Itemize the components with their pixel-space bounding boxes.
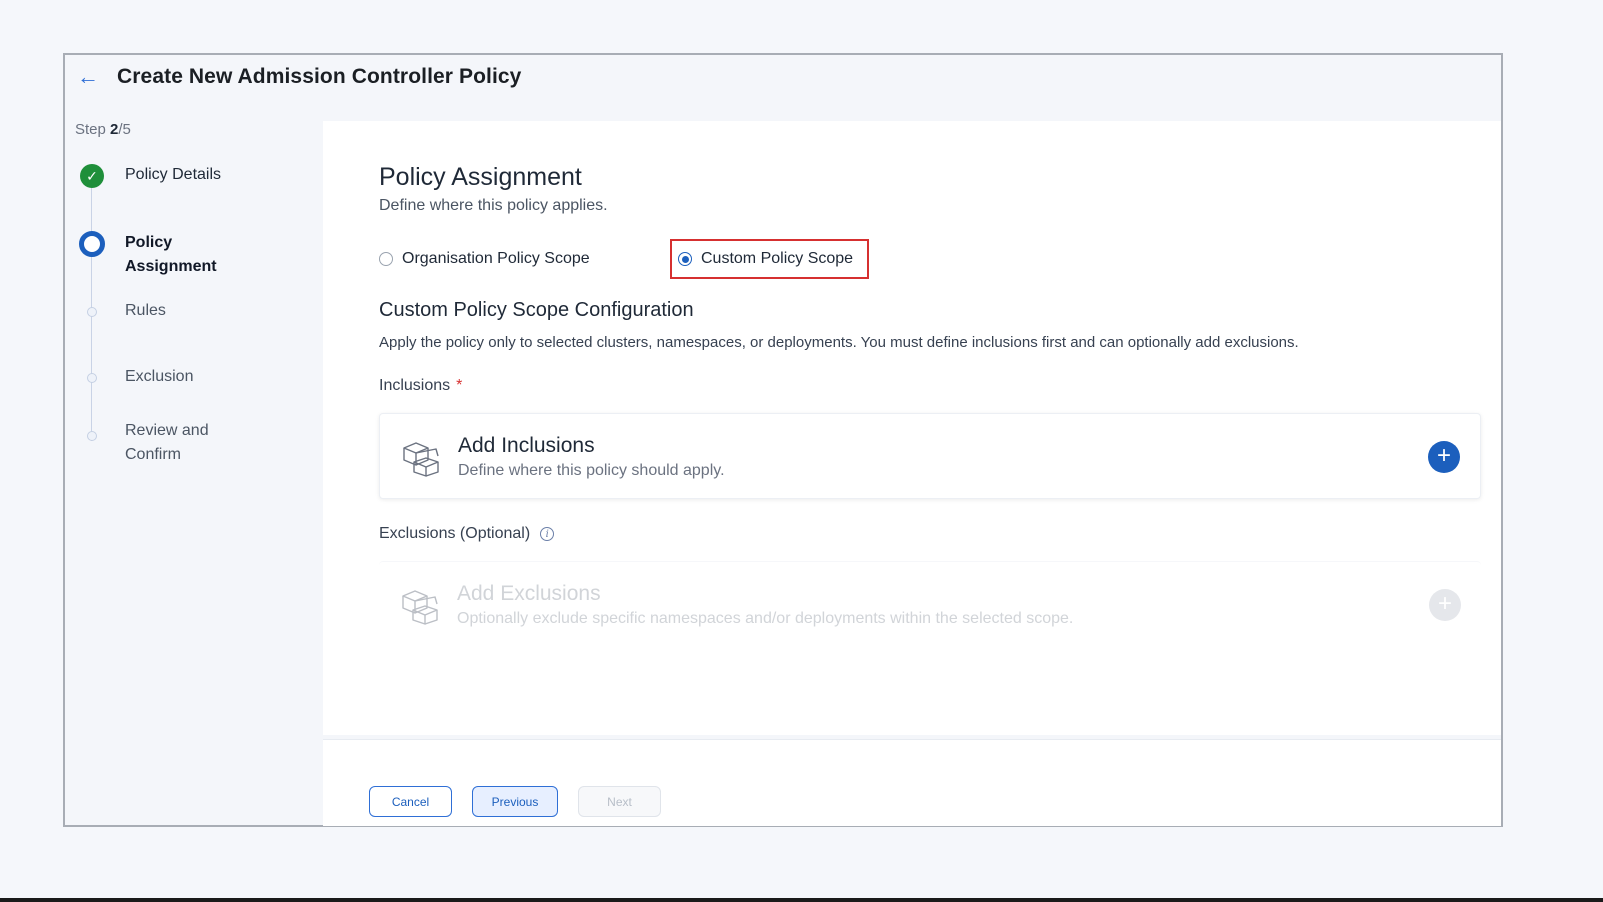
boxes-icon: [402, 590, 438, 625]
arrow-left-icon[interactable]: ←: [77, 66, 101, 88]
step-marker-pending: [79, 365, 105, 391]
policy-scope-radio-group: Organisation Policy Scope Custom Policy …: [379, 239, 879, 279]
plus-icon: +: [1437, 590, 1452, 617]
step-marker-pending: [79, 423, 105, 449]
step-review-and-confirm: Review and Confirm: [79, 419, 235, 467]
required-indicator: *: [456, 377, 463, 394]
check-icon: ✓: [80, 164, 104, 188]
config-title: Custom Policy Scope Configuration: [379, 299, 694, 321]
custom-scope-radio[interactable]: Custom Policy Scope: [670, 239, 869, 279]
radio-unchecked-icon[interactable]: [379, 252, 393, 266]
card-description: Optionally exclude specific namespaces a…: [457, 610, 1074, 627]
step-label: Policy Details: [125, 166, 222, 183]
step-content-panel: Policy Assignment Define where this poli…: [323, 121, 1501, 735]
organisation-scope-radio[interactable]: Organisation Policy Scope: [379, 239, 590, 279]
boxes-icon: [403, 442, 439, 477]
card-title: Add Exclusions: [457, 582, 601, 605]
cancel-button[interactable]: Cancel: [369, 786, 452, 817]
inclusions-label-text: Inclusions: [379, 377, 451, 394]
page-header: ← Create New Admission Controller Policy: [77, 63, 521, 91]
section-title: Policy Assignment: [379, 163, 582, 191]
section-description: Define where this policy applies.: [379, 197, 608, 214]
plus-icon: +: [1436, 442, 1451, 469]
step-policy-assignment[interactable]: Policy Assignment: [79, 231, 265, 279]
step-label: Rules: [125, 302, 166, 319]
step-counter-total: /5: [118, 121, 131, 138]
radio-checked-icon[interactable]: [678, 252, 692, 266]
step-policy-details[interactable]: ✓ Policy Details: [79, 163, 265, 189]
info-icon[interactable]: i: [540, 527, 555, 541]
next-button: Next: [578, 786, 661, 817]
add-exclusions-button: +: [1429, 589, 1461, 621]
step-marker-pending: [79, 299, 105, 325]
config-description: Apply the policy only to selected cluste…: [379, 334, 1299, 351]
page-title: Create New Admission Controller Policy: [117, 65, 522, 88]
card-description: Define where this policy should apply.: [458, 462, 725, 479]
radio-dot: [681, 255, 689, 263]
step-label: Policy Assignment: [125, 234, 217, 275]
step-label: Exclusion: [125, 368, 194, 385]
pending-step-icon: [87, 307, 97, 317]
step-label: Review and Confirm: [125, 422, 209, 463]
pending-step-icon: [87, 431, 97, 441]
wizard-stepper: Step 2/5 ✓ Policy Details Policy Assignm…: [65, 115, 323, 825]
exclusions-label: Exclusions (Optional) i: [379, 525, 555, 543]
step-counter-prefix: Step: [75, 121, 111, 138]
radio-label: Custom Policy Scope: [701, 250, 854, 267]
add-inclusions-card[interactable]: Add Inclusions Define where this policy …: [379, 413, 1481, 499]
add-inclusions-button[interactable]: +: [1428, 441, 1460, 473]
step-marker-complete: ✓: [79, 163, 105, 189]
exclusions-label-text: Exclusions (Optional): [379, 525, 531, 542]
wizard-footer: Cancel Previous Next: [323, 739, 1501, 826]
step-exclusion: Exclusion: [79, 365, 265, 391]
step-rules: Rules: [79, 299, 265, 325]
step-marker-active: [79, 231, 105, 257]
add-exclusions-card: Add Exclusions Optionally exclude specif…: [379, 561, 1481, 647]
bottom-border: [0, 898, 1603, 902]
card-title: Add Inclusions: [458, 434, 595, 457]
pending-step-icon: [87, 373, 97, 383]
step-counter: Step 2/5: [75, 121, 131, 138]
radio-label: Organisation Policy Scope: [402, 250, 590, 267]
inclusions-label: Inclusions *: [379, 377, 462, 395]
active-step-icon: [79, 231, 105, 257]
previous-button[interactable]: Previous: [472, 786, 558, 817]
wizard-window: ← Create New Admission Controller Policy…: [63, 53, 1503, 827]
